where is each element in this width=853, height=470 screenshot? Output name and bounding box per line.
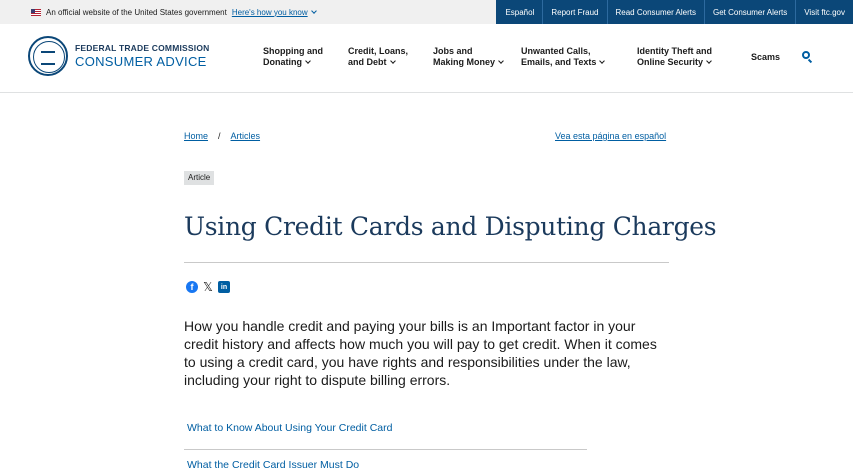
chevron-down-icon bbox=[599, 58, 606, 64]
search-icon-handle bbox=[807, 58, 813, 64]
title-divider bbox=[184, 262, 669, 263]
chevron-down-icon bbox=[389, 58, 396, 64]
logo-text: FEDERAL TRADE COMMISSION CONSUMER ADVICE bbox=[75, 44, 210, 69]
site-header: FEDERAL TRADE COMMISSION CONSUMER ADVICE… bbox=[0, 24, 853, 93]
chevron-down-icon bbox=[305, 58, 311, 64]
breadcrumb-separator: / bbox=[218, 131, 221, 141]
utility-link-report-fraud[interactable]: Report Fraud bbox=[542, 0, 606, 24]
page-title: Using Credit Cards and Disputing Charges bbox=[184, 212, 717, 241]
nav-unwanted-calls[interactable]: Unwanted Calls, Emails, and Texts bbox=[521, 46, 606, 68]
spanish-version-link[interactable]: Vea esta página en español bbox=[555, 131, 666, 141]
toc-link-issuer-must-do[interactable]: What the Credit Card Issuer Must Do bbox=[184, 450, 587, 470]
site-logo[interactable]: FEDERAL TRADE COMMISSION CONSUMER ADVICE bbox=[28, 36, 210, 76]
breadcrumb: Home / Articles bbox=[184, 131, 260, 141]
heres-how-you-know-link[interactable]: Here's how you know bbox=[231, 7, 317, 17]
nav-shopping-donating[interactable]: Shopping and Donating bbox=[263, 46, 323, 68]
nav-label: Shopping and bbox=[263, 46, 323, 56]
intro-paragraph: How you handle credit and paying your bi… bbox=[184, 318, 657, 388]
gov-banner-text: An official website of the United States… bbox=[46, 7, 227, 17]
heres-how-you-know-label: Here's how you know bbox=[231, 7, 308, 17]
x-twitter-icon[interactable]: 𝕏 bbox=[202, 280, 214, 294]
nav-label: Making Money bbox=[433, 57, 496, 67]
nav-label: Jobs and bbox=[433, 46, 473, 56]
table-of-contents: What to Know About Using Your Credit Car… bbox=[184, 413, 587, 470]
breadcrumb-articles[interactable]: Articles bbox=[231, 131, 261, 141]
us-flag-icon bbox=[31, 8, 41, 16]
share-links: f 𝕏 in bbox=[186, 280, 234, 294]
utility-link-visit-ftc[interactable]: Visit ftc.gov bbox=[795, 0, 853, 24]
content-type-tag: Article bbox=[184, 171, 215, 185]
nav-label: Credit, Loans, bbox=[348, 46, 409, 56]
nav-credit-loans-debt[interactable]: Credit, Loans, and Debt bbox=[348, 46, 408, 68]
chevron-down-icon bbox=[706, 58, 712, 64]
search-button[interactable] bbox=[802, 51, 814, 64]
nav-label: Unwanted Calls, bbox=[521, 46, 591, 56]
ftc-seal-icon bbox=[28, 36, 68, 76]
utility-link-get-consumer-alerts[interactable]: Get Consumer Alerts bbox=[703, 0, 795, 24]
nav-label: Donating bbox=[263, 57, 302, 67]
utility-link-read-consumer-alerts[interactable]: Read Consumer Alerts bbox=[606, 0, 704, 24]
nav-jobs-making-money[interactable]: Jobs and Making Money bbox=[433, 46, 504, 68]
utility-nav: Español Report Fraud Read Consumer Alert… bbox=[496, 0, 853, 24]
logo-site-name: CONSUMER ADVICE bbox=[75, 54, 207, 70]
linkedin-icon[interactable]: in bbox=[218, 281, 230, 293]
chevron-down-icon bbox=[310, 7, 317, 14]
nav-label: Emails, and Texts bbox=[521, 57, 597, 67]
nav-label: Online Security bbox=[637, 57, 704, 67]
nav-label: and Debt bbox=[348, 57, 387, 67]
top-bar: An official website of the United States… bbox=[0, 0, 853, 24]
toc-link-using-credit-card[interactable]: What to Know About Using Your Credit Car… bbox=[184, 413, 587, 450]
chevron-down-icon bbox=[498, 58, 504, 64]
nav-scams[interactable]: Scams bbox=[751, 52, 780, 62]
logo-agency-name: FEDERAL TRADE COMMISSION bbox=[75, 42, 210, 53]
nav-label: Identity Theft and bbox=[637, 46, 712, 56]
facebook-icon[interactable]: f bbox=[186, 281, 198, 293]
nav-identity-theft[interactable]: Identity Theft and Online Security bbox=[637, 46, 712, 68]
gov-banner: An official website of the United States… bbox=[31, 0, 317, 24]
breadcrumb-home[interactable]: Home bbox=[184, 131, 208, 141]
utility-link-espanol[interactable]: Español bbox=[496, 0, 542, 24]
